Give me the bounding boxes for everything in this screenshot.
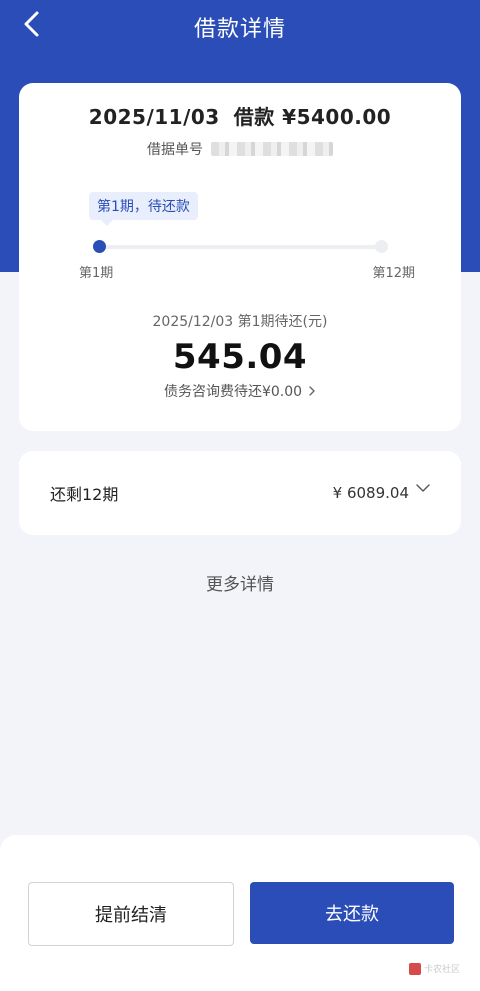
- chevron-right-icon: [308, 385, 316, 397]
- chevron-down-icon: [415, 483, 431, 493]
- due-amount: 545.04: [172, 337, 308, 377]
- loan-number-masked: [211, 142, 333, 156]
- remaining-amount: ¥ 6089.04: [332, 484, 409, 502]
- remaining-periods-card[interactable]: 还剩12期 ¥ 6089.04: [19, 451, 461, 535]
- early-settle-button[interactable]: 提前结清: [28, 882, 234, 946]
- due-label: 2025/12/03 第1期待还(元): [152, 314, 328, 330]
- watermark-logo-icon: [408, 962, 421, 975]
- period-end-label: 第12期: [372, 266, 415, 281]
- fee-link[interactable]: 债务咨询费待还¥0.00: [19, 381, 461, 401]
- loan-amount: 借款 ¥5400.00: [233, 105, 392, 129]
- loan-title: 2025/11/03 借款 ¥5400.00: [19, 101, 461, 130]
- more-details-link[interactable]: 更多详情: [0, 570, 480, 595]
- period-start-label: 第1期: [79, 266, 114, 281]
- fee-text: 债务咨询费待还¥0.00: [163, 384, 303, 400]
- watermark: 卡农社区: [408, 962, 460, 975]
- progress-end-dot: [375, 240, 388, 253]
- loan-date: 2025/11/03: [88, 105, 220, 129]
- loan-number-label: 借据单号: [147, 142, 203, 158]
- watermark-text: 卡农社区: [423, 965, 460, 975]
- remaining-label: 还剩12期: [50, 485, 119, 504]
- nav-bar: 借款详情: [0, 0, 480, 54]
- period-status-tip: 第1期，待还款: [89, 192, 198, 226]
- back-button[interactable]: [14, 8, 50, 44]
- progress-current-dot: [93, 240, 106, 253]
- page: 借款详情 2025/11/03 借款 ¥5400.00 借据单号 第1期，待还款 …: [0, 0, 480, 991]
- remaining-right: ¥ 6089.04: [333, 484, 431, 502]
- loan-number-row: 借据单号: [19, 139, 461, 159]
- progress-track: [97, 245, 387, 249]
- bottom-action-bar: 提前结清 去还款 卡农社区: [0, 835, 480, 991]
- chevron-left-icon: [22, 10, 42, 42]
- loan-summary-card: 2025/11/03 借款 ¥5400.00 借据单号 第1期，待还款 第1期 第…: [19, 83, 461, 431]
- repay-button[interactable]: 去还款: [250, 882, 454, 944]
- page-title: 借款详情: [193, 17, 286, 42]
